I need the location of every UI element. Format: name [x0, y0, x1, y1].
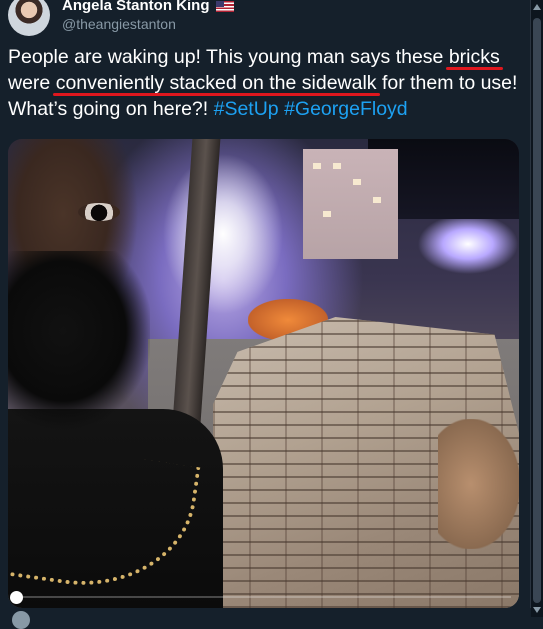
tweet-video[interactable]	[8, 139, 519, 608]
tweet-text-segment: were	[8, 72, 56, 94]
author-names: Angela Stanton King @theangiestanton	[62, 0, 234, 33]
face-mask	[8, 251, 150, 451]
scroll-up-arrow-icon[interactable]	[533, 4, 541, 10]
video-progress-bar[interactable]	[16, 596, 511, 598]
window-scrollbar[interactable]	[530, 0, 543, 617]
hashtag-georgefloyd-link[interactable]: #GeorgeFloyd	[284, 98, 408, 120]
next-tweet-avatar[interactable]	[12, 611, 30, 629]
hand	[438, 419, 519, 549]
annotated-word-bricks: bricks	[448, 46, 500, 68]
avatar[interactable]	[8, 0, 50, 36]
tweet-text-segment: People are waking up! This young man say…	[8, 46, 449, 68]
next-tweet-peek	[0, 608, 531, 629]
display-name-row[interactable]: Angela Stanton King	[62, 0, 234, 15]
display-name[interactable]: Angela Stanton King	[62, 0, 210, 15]
scroll-down-arrow-icon[interactable]	[533, 607, 541, 613]
video-scrub-handle[interactable]	[10, 591, 23, 604]
annotated-phrase-sidewalk: conveniently stacked on the sidewalk	[55, 72, 377, 94]
scrollbar-thumb[interactable]	[533, 18, 541, 603]
eye	[78, 203, 120, 221]
tweet-text: People are waking up! This young man say…	[8, 44, 528, 122]
background-building	[303, 149, 398, 259]
us-flag-icon	[215, 0, 234, 12]
video-controls	[8, 582, 519, 608]
tweet-header: Angela Stanton King @theangiestanton	[8, 0, 234, 38]
handle[interactable]: @theangiestanton	[62, 15, 234, 33]
hashtag-setup-link[interactable]: #SetUp	[214, 98, 279, 120]
